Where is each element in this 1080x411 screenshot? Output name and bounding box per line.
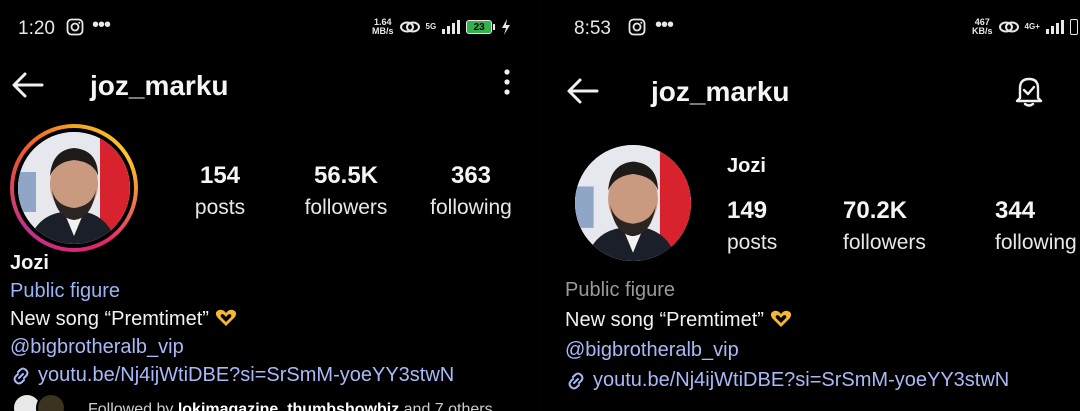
- bio-text: New song “Premtimet”: [565, 309, 792, 332]
- network-type: 4G+: [1024, 22, 1040, 31]
- more-notifications-icon: •••: [92, 14, 111, 36]
- left-profile-screen: 1:20 ••• 1.64 MB/s 5G 23 joz_marku 154 p…: [0, 0, 541, 411]
- mention-link[interactable]: @bigbrotheralb_vip: [10, 336, 184, 359]
- instagram-icon: [66, 18, 84, 36]
- profile-username: joz_marku: [651, 76, 790, 107]
- profile-header: joz_marku: [0, 62, 541, 110]
- status-bar: 1:20 ••• 1.64 MB/s 5G 23: [0, 0, 541, 56]
- stat-posts[interactable]: 154 posts: [178, 162, 262, 220]
- category-label: Public figure: [565, 279, 676, 301]
- external-link[interactable]: youtu.be/Nj4ijWtiDBE?si=SrSmM-yoeYY3stwN: [10, 364, 454, 387]
- battery-icon: 23: [466, 20, 496, 34]
- avatar[interactable]: [575, 145, 691, 261]
- stat-followers[interactable]: 70.2K followers: [843, 197, 995, 255]
- status-time: 8:53: [574, 18, 611, 39]
- right-profile-screen: 8:53 ••• 467 KB/s 4G+ joz_marku Jozi 149…: [541, 0, 1080, 411]
- hotspot-link-icon: [998, 21, 1019, 33]
- display-name: Jozi: [727, 155, 766, 177]
- status-bar: 8:53 ••• 467 KB/s 4G+: [541, 0, 1080, 56]
- link-icon: [13, 367, 29, 384]
- display-name: Jozi: [10, 252, 49, 274]
- battery-icon: [1069, 19, 1078, 35]
- profile-username: joz_marku: [90, 70, 229, 101]
- profile-photo: [18, 132, 130, 244]
- system-indicators: 467 KB/s 4G+: [972, 18, 1078, 36]
- stat-followers[interactable]: 56.5K followers: [304, 162, 388, 220]
- link-icon: [568, 372, 584, 389]
- profile-header: joz_marku: [541, 62, 1080, 110]
- profile-photo: [575, 145, 691, 261]
- back-arrow-icon[interactable]: [565, 76, 601, 106]
- signal-icon: [1045, 20, 1064, 34]
- charging-bolt-icon: [502, 19, 511, 35]
- story-ring[interactable]: [10, 124, 138, 252]
- avatar: [18, 132, 130, 244]
- back-arrow-icon[interactable]: [10, 70, 46, 100]
- more-options-icon[interactable]: [502, 66, 512, 98]
- status-time: 1:20: [18, 18, 55, 39]
- notification-bell-icon[interactable]: [1011, 72, 1047, 108]
- follower-avatar: [36, 393, 66, 411]
- network-type: 5G: [425, 22, 437, 31]
- stat-following[interactable]: 344 following: [995, 197, 1080, 255]
- system-indicators: 1.64 MB/s 5G 23: [372, 18, 511, 36]
- mention-link[interactable]: @bigbrotheralb_vip: [565, 339, 739, 362]
- network-speed: 1.64 MB/s: [372, 17, 394, 36]
- network-speed: 467 KB/s: [972, 17, 993, 36]
- signal-icon: [442, 20, 461, 34]
- bio-text: New song “Premtimet”: [10, 308, 237, 331]
- heart-hands-emoji: [215, 309, 237, 326]
- profile-stats: 154 posts 56.5K followers 363 following: [178, 162, 513, 220]
- external-link[interactable]: youtu.be/Nj4ijWtiDBE?si=SrSmM-yoeYY3stwN: [565, 369, 1009, 392]
- hotspot-link-icon: [399, 21, 420, 33]
- instagram-icon: [628, 18, 646, 36]
- profile-stats: 149 posts 70.2K followers 344 following: [727, 197, 1080, 255]
- stat-posts[interactable]: 149 posts: [727, 197, 843, 255]
- followed-by-text[interactable]: Followed by lokimagazine, thumbshowbiz a…: [88, 401, 493, 411]
- more-notifications-icon: •••: [655, 14, 674, 36]
- category-label[interactable]: Public figure: [10, 280, 120, 303]
- heart-hands-emoji: [770, 310, 792, 327]
- stat-following[interactable]: 363 following: [429, 162, 513, 220]
